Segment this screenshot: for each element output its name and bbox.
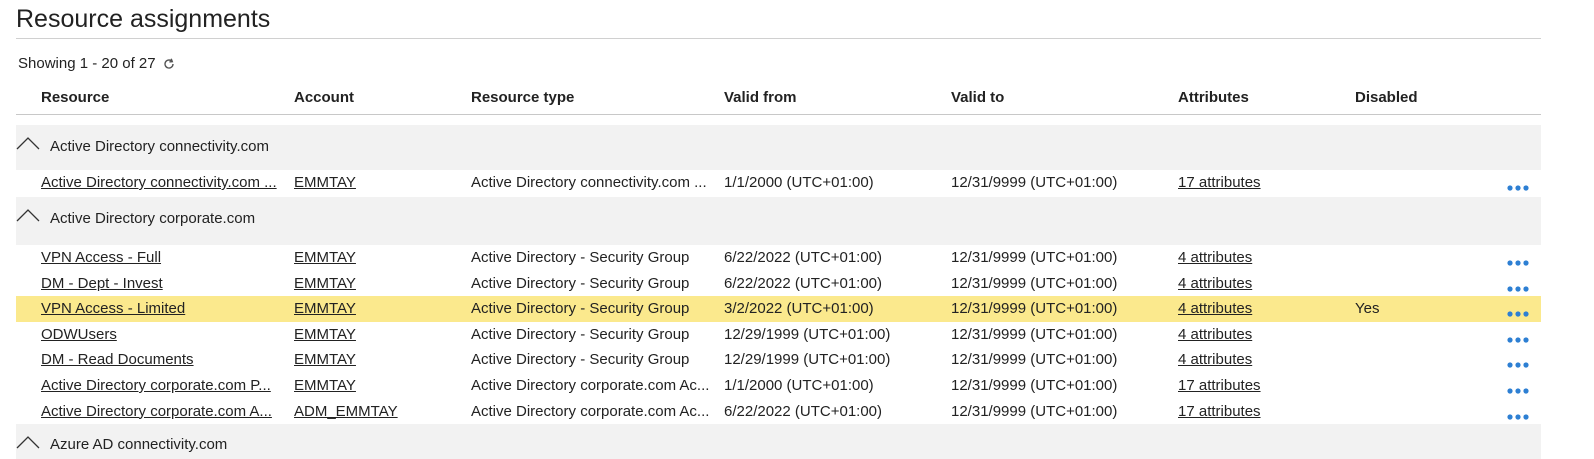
title-divider	[16, 38, 1541, 39]
more-horizontal-icon[interactable]	[1507, 179, 1529, 191]
attributes-link[interactable]: 4 attributes	[1178, 249, 1348, 266]
valid-to-cell: 12/31/9999 (UTC+01:00)	[951, 402, 1118, 420]
resource-link[interactable]: ODWUsers	[41, 326, 291, 343]
attributes-link[interactable]: 17 attributes	[1178, 174, 1348, 191]
resource-link[interactable]: Active Directory corporate.com P...	[41, 377, 291, 394]
more-horizontal-icon[interactable]	[1507, 408, 1529, 420]
grid-body: Active Directory connectivity.com Active …	[16, 125, 1541, 459]
valid-from-cell: 12/29/1999 (UTC+01:00)	[724, 325, 891, 343]
resource-link[interactable]: DM - Read Documents	[41, 351, 291, 368]
table-row[interactable]: Active Directory connectivity.com ... EMM…	[16, 170, 1541, 197]
table-row[interactable]: ODWUsers EMMTAY Active Directory - Securit…	[16, 322, 1541, 348]
group-header-row[interactable]: Active Directory connectivity.com	[16, 125, 1541, 170]
valid-to-cell: 12/31/9999 (UTC+01:00)	[951, 376, 1118, 394]
valid-to-cell: 12/31/9999 (UTC+01:00)	[951, 325, 1118, 343]
refresh-icon[interactable]	[162, 57, 176, 71]
valid-from-cell: 6/22/2022 (UTC+01:00)	[724, 274, 883, 292]
account-link[interactable]: EMMTAY	[294, 249, 464, 266]
account-link[interactable]: EMMTAY	[294, 275, 464, 292]
group-header-row[interactable]: Azure AD connectivity.com	[16, 424, 1541, 459]
column-header-valid-from[interactable]: Valid from	[724, 89, 944, 106]
account-link[interactable]: ADM_EMMTAY	[294, 403, 464, 420]
more-horizontal-icon[interactable]	[1507, 382, 1529, 394]
resource-assignments-grid: Resource Account Resource type Valid fro…	[16, 86, 1541, 459]
column-header-resource[interactable]: Resource	[41, 89, 291, 106]
resource-type-cell: Active Directory corporate.com Ac...	[471, 376, 710, 394]
valid-to-cell: 12/31/9999 (UTC+01:00)	[951, 300, 1118, 318]
table-row[interactable]: DM - Read Documents EMMTAY Active Director…	[16, 347, 1541, 373]
valid-from-cell: 1/1/2000 (UTC+01:00)	[724, 174, 874, 191]
account-link[interactable]: EMMTAY	[294, 174, 464, 191]
account-link[interactable]: EMMTAY	[294, 326, 464, 343]
results-count: Showing 1 - 20 of 27	[18, 55, 176, 72]
resource-type-cell: Active Directory connectivity.com ...	[471, 174, 707, 191]
more-horizontal-icon[interactable]	[1507, 331, 1529, 343]
resource-link[interactable]: VPN Access - Limited	[41, 300, 291, 317]
account-link[interactable]: EMMTAY	[294, 377, 464, 394]
valid-from-cell: 6/22/2022 (UTC+01:00)	[724, 402, 883, 420]
valid-from-cell: 6/22/2022 (UTC+01:00)	[724, 249, 883, 266]
attributes-link[interactable]: 17 attributes	[1178, 377, 1348, 394]
attributes-link[interactable]: 4 attributes	[1178, 300, 1348, 317]
results-count-text: Showing 1 - 20 of 27	[18, 55, 156, 72]
valid-to-cell: 12/31/9999 (UTC+01:00)	[951, 274, 1118, 292]
chevron-up-icon[interactable]	[16, 435, 40, 449]
more-horizontal-icon[interactable]	[1507, 254, 1529, 266]
column-header-disabled[interactable]: Disabled	[1355, 89, 1435, 106]
group-title: Azure AD connectivity.com	[50, 436, 228, 454]
more-horizontal-icon[interactable]	[1507, 280, 1529, 292]
table-row[interactable]: Active Directory corporate.com P... EMMTA…	[16, 373, 1541, 399]
valid-to-cell: 12/31/9999 (UTC+01:00)	[951, 351, 1118, 369]
table-row[interactable]: Active Directory corporate.com A... ADM_E…	[16, 399, 1541, 425]
table-row[interactable]: VPN Access - Full EMMTAY Active Directory …	[16, 245, 1541, 271]
group-title: Active Directory corporate.com	[50, 210, 256, 227]
more-horizontal-icon[interactable]	[1507, 305, 1529, 317]
more-horizontal-icon[interactable]	[1507, 356, 1529, 368]
resource-type-cell: Active Directory - Security Group	[471, 300, 690, 318]
attributes-link[interactable]: 4 attributes	[1178, 351, 1348, 368]
account-link[interactable]: EMMTAY	[294, 300, 464, 317]
column-header-attributes[interactable]: Attributes	[1178, 89, 1348, 106]
resource-link[interactable]: Active Directory corporate.com A...	[41, 403, 291, 420]
valid-from-cell: 12/29/1999 (UTC+01:00)	[724, 351, 891, 369]
grid-header: Resource Account Resource type Valid fro…	[16, 86, 1541, 115]
column-header-account[interactable]: Account	[294, 89, 464, 106]
table-row[interactable]: VPN Access - Limited EMMTAY Active Directo…	[16, 296, 1541, 322]
column-header-valid-to[interactable]: Valid to	[951, 89, 1171, 106]
column-header-resource-type[interactable]: Resource type	[471, 89, 716, 106]
resource-type-cell: Active Directory - Security Group	[471, 274, 690, 292]
resource-type-cell: Active Directory - Security Group	[471, 351, 690, 369]
valid-to-cell: 12/31/9999 (UTC+01:00)	[951, 174, 1118, 191]
resource-link[interactable]: VPN Access - Full	[41, 249, 291, 266]
page-title: Resource assignments	[16, 5, 271, 33]
valid-from-cell: 3/2/2022 (UTC+01:00)	[724, 300, 874, 318]
resource-link[interactable]: Active Directory connectivity.com ...	[41, 174, 291, 191]
valid-to-cell: 12/31/9999 (UTC+01:00)	[951, 249, 1118, 266]
valid-from-cell: 1/1/2000 (UTC+01:00)	[724, 376, 874, 394]
table-row[interactable]: DM - Dept - Invest EMMTAY Active Directory…	[16, 271, 1541, 297]
chevron-up-icon[interactable]	[16, 136, 40, 150]
disabled-cell: Yes	[1355, 300, 1380, 318]
chevron-up-icon[interactable]	[16, 208, 40, 222]
group-header-row[interactable]: Active Directory corporate.com	[16, 197, 1541, 245]
resource-type-cell: Active Directory - Security Group	[471, 249, 690, 266]
attributes-link[interactable]: 4 attributes	[1178, 275, 1348, 292]
attributes-link[interactable]: 17 attributes	[1178, 403, 1348, 420]
account-link[interactable]: EMMTAY	[294, 351, 464, 368]
resource-type-cell: Active Directory - Security Group	[471, 325, 690, 343]
attributes-link[interactable]: 4 attributes	[1178, 326, 1348, 343]
resource-type-cell: Active Directory corporate.com Ac...	[471, 402, 710, 420]
group-title: Active Directory connectivity.com	[50, 138, 269, 155]
resource-link[interactable]: DM - Dept - Invest	[41, 275, 291, 292]
